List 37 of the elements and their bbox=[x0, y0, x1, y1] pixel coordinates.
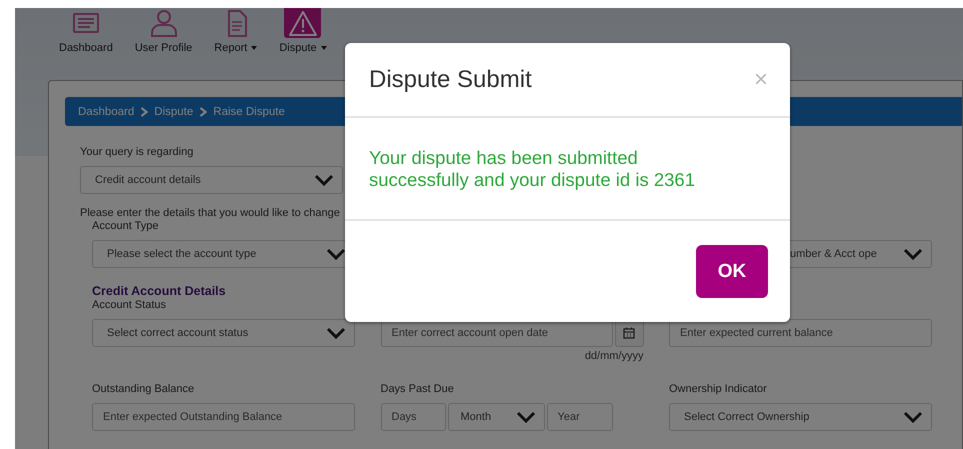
nav-link[interactable]: User Profile bbox=[134, 41, 192, 55]
field-label: Account Status bbox=[92, 298, 166, 312]
field-label: Days Past Due bbox=[380, 382, 454, 396]
chevron-down-icon bbox=[903, 248, 923, 260]
field-label: Outstanding Balance bbox=[92, 382, 194, 396]
calendar-icon bbox=[623, 327, 635, 339]
chevron-down-icon bbox=[516, 411, 536, 423]
dialog-title: Dispute Submit bbox=[369, 66, 532, 94]
field-label: Your query is regarding bbox=[80, 145, 194, 159]
breadcrumb-link[interactable]: Dispute bbox=[154, 106, 194, 118]
chevron-down-icon bbox=[326, 327, 346, 339]
input-field[interactable]: Enter expected Outstanding Balance bbox=[92, 403, 355, 431]
nav-link[interactable]: Report bbox=[214, 41, 258, 55]
select-field[interactable]: Month bbox=[448, 403, 544, 431]
breadcrumb-link[interactable]: Raise Dispute bbox=[213, 106, 285, 118]
select-field[interactable]: Select correct account status bbox=[92, 319, 355, 347]
ok-button[interactable]: OK bbox=[696, 245, 768, 298]
chevron-right-icon bbox=[199, 106, 208, 116]
chevron-down-icon bbox=[326, 248, 346, 260]
instruction-text: Please enter the details that you would like to change bbox=[80, 207, 340, 219]
chevron-down-icon bbox=[314, 174, 334, 186]
nav-link[interactable]: Dashboard bbox=[59, 41, 113, 55]
input-field[interactable]: Enter expected current balance bbox=[669, 319, 932, 347]
days-field[interactable]: Days bbox=[380, 403, 446, 431]
section-title: Credit Account Details bbox=[92, 284, 227, 298]
select-field[interactable]: Select Correct Ownership bbox=[669, 403, 932, 431]
field-label: Ownership Indicator bbox=[669, 382, 767, 396]
date-format-hint: dd/mm/yyyy bbox=[584, 350, 644, 363]
field-label: Account Type bbox=[92, 219, 158, 233]
breadcrumb-link[interactable]: Dashboard bbox=[78, 106, 134, 118]
nav-link[interactable]: Dispute bbox=[279, 41, 327, 55]
chevron-right-icon bbox=[140, 106, 148, 116]
year-field[interactable]: Year bbox=[546, 403, 612, 431]
success-message: Your dispute has been submitted successfully and your dispute id is 2361 bbox=[369, 146, 696, 190]
chevron-down-icon bbox=[903, 411, 923, 423]
nav-icon-tile[interactable] bbox=[284, 8, 322, 38]
select-field[interactable]: Credit account details bbox=[80, 166, 343, 194]
